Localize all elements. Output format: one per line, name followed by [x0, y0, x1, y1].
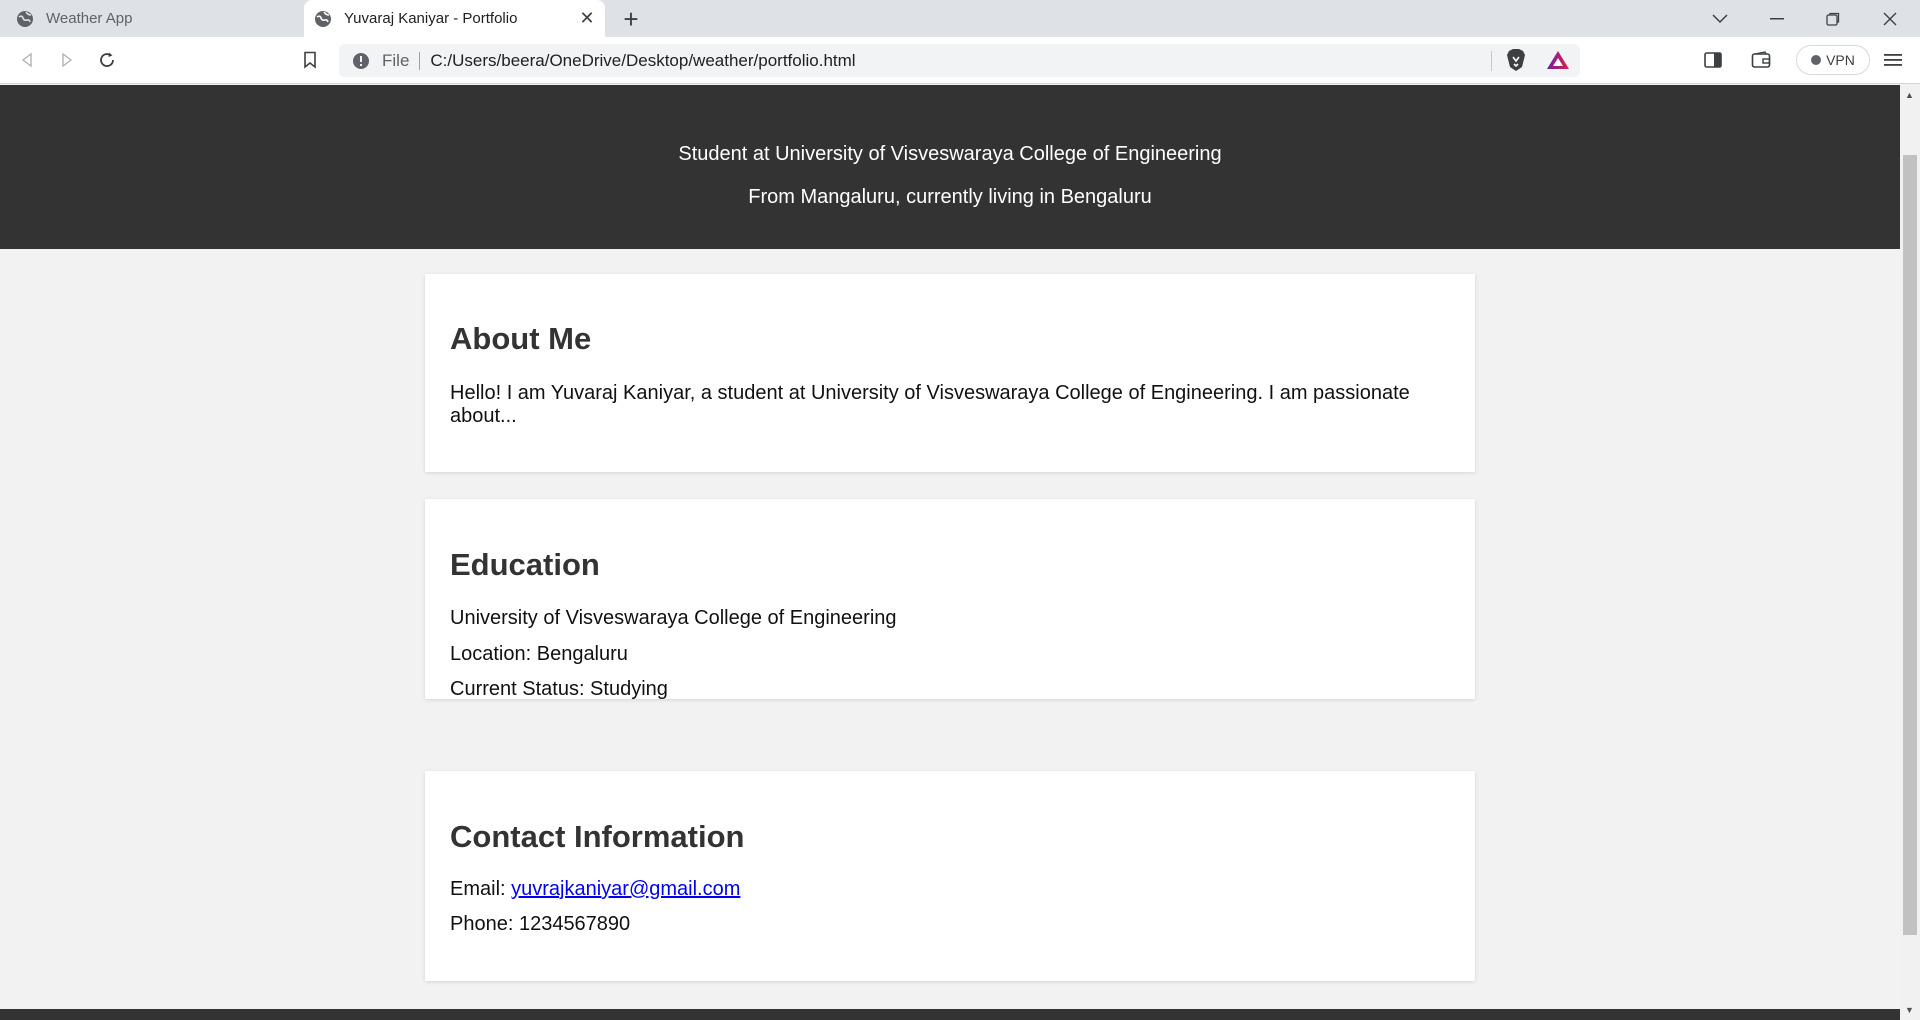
bookmark-icon	[304, 51, 316, 69]
education-location: Location: Bengaluru	[450, 643, 628, 665]
sidebar-button[interactable]	[1700, 47, 1726, 73]
restore-icon	[1826, 12, 1840, 26]
new-tab-button[interactable]: +	[618, 4, 644, 34]
sidebar-icon	[1704, 52, 1722, 68]
tab-weather-app[interactable]: Weather App	[0, 0, 303, 37]
reload-button[interactable]	[94, 47, 120, 73]
scroll-up-arrow-icon[interactable]: ▲	[1905, 90, 1914, 100]
contact-email: Email: yuvrajkaniyar@gmail.com	[450, 878, 1415, 901]
chevron-down-icon	[1712, 13, 1728, 23]
close-tab-icon[interactable]: ✕	[575, 7, 599, 31]
tab-strip: Weather App Yuvaraj Kaniyar - Portfolio …	[0, 0, 1920, 37]
bookmark-button[interactable]	[297, 47, 323, 73]
reload-icon	[100, 52, 114, 67]
address-divider	[419, 51, 421, 70]
about-section: About Me Hello! I am Yuvaraj Kaniyar, a …	[425, 274, 1475, 472]
header-location: From Mangaluru, currently living in Beng…	[748, 186, 1152, 208]
lion-shield-icon	[1507, 49, 1525, 71]
address-url: C:/Users/beera/OneDrive/Desktop/weather/…	[430, 50, 856, 70]
browser-toolbar: File C:/Users/beera/OneDrive/Desktop/wea…	[0, 37, 1920, 84]
close-icon	[1883, 12, 1897, 25]
scroll-down-arrow-icon[interactable]: ▼	[1905, 1005, 1914, 1015]
education-institution: University of Visveswaraya College of En…	[450, 607, 897, 629]
about-text: Hello! I am Yuvaraj Kaniyar, a student a…	[450, 382, 1410, 427]
tab-portfolio[interactable]: Yuvaraj Kaniyar - Portfolio ✕	[304, 0, 605, 37]
contact-section: Contact Information Email: yuvrajkaniyar…	[425, 771, 1475, 981]
minimize-icon	[1770, 17, 1784, 19]
contact-heading: Contact Information	[450, 819, 745, 854]
header-subtitle: Student at University of Visveswaraya Co…	[678, 143, 1222, 165]
page-header: Student at University of Visveswaraya Co…	[0, 85, 1900, 249]
education-section: Education University of Visveswaraya Col…	[425, 499, 1475, 700]
scrollbar-thumb[interactable]	[1903, 155, 1917, 935]
email-link[interactable]: yuvrajkaniyar@gmail.com	[511, 878, 740, 900]
address-right-divider	[1491, 51, 1492, 71]
tab-title: Weather App	[46, 10, 133, 27]
info-icon[interactable]	[352, 52, 370, 70]
restore-button[interactable]	[1805, 0, 1861, 37]
education-heading: Education	[450, 547, 600, 582]
minimize-button[interactable]	[1749, 0, 1805, 37]
forward-button[interactable]	[54, 47, 80, 73]
page-viewport: Student at University of Visveswaraya Co…	[0, 85, 1900, 1020]
forward-arrow-icon	[62, 52, 73, 68]
wallet-button[interactable]	[1748, 47, 1774, 73]
address-scheme: File	[382, 50, 410, 70]
globe-icon	[314, 10, 332, 28]
wallet-icon	[1751, 51, 1771, 68]
vpn-button[interactable]: VPN	[1796, 45, 1870, 75]
brave-shields-button[interactable]	[1503, 47, 1529, 73]
back-arrow-icon	[21, 52, 32, 68]
hamburger-menu-icon	[1884, 54, 1902, 66]
close-window-button[interactable]	[1862, 0, 1918, 37]
vertical-scrollbar[interactable]: ▲ ▼	[1900, 85, 1920, 1020]
vpn-label: VPN	[1826, 52, 1855, 68]
back-button[interactable]	[14, 47, 40, 73]
vpn-status-dot	[1811, 55, 1822, 65]
menu-button[interactable]	[1880, 47, 1906, 73]
email-label: Email:	[450, 878, 512, 900]
tab-search-button[interactable]	[1692, 0, 1748, 37]
tab-title: Yuvaraj Kaniyar - Portfolio	[344, 10, 518, 27]
page-footer	[0, 1009, 1900, 1020]
address-bar[interactable]: File C:/Users/beera/OneDrive/Desktop/wea…	[339, 44, 1580, 77]
rewards-triangle-icon	[1547, 51, 1569, 69]
about-heading: About Me	[450, 321, 592, 356]
brave-rewards-button[interactable]	[1545, 47, 1571, 73]
globe-icon	[16, 10, 34, 28]
contact-phone: Phone: 1234567890	[450, 913, 631, 935]
education-status: Current Status: Studying	[450, 678, 668, 700]
